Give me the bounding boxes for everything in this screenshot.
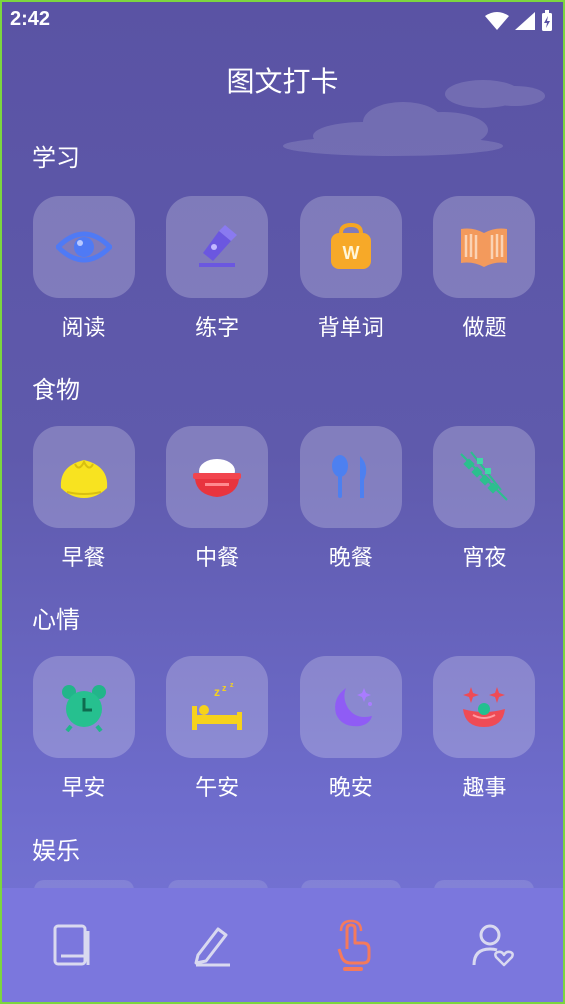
section-label: 食物 bbox=[32, 376, 80, 404]
tile-reading[interactable]: 阅读 bbox=[32, 196, 135, 342]
tile-label: 早安 bbox=[61, 776, 106, 801]
skewer-icon bbox=[460, 451, 509, 501]
tile-vocabulary[interactable]: W 背单词 bbox=[299, 196, 402, 342]
tile-calligraphy[interactable]: 练字 bbox=[166, 196, 269, 342]
tile-exercises[interactable]: 做题 bbox=[433, 196, 536, 342]
tile-label: 晚安 bbox=[328, 776, 373, 801]
section-title-food: 食物 bbox=[32, 370, 80, 408]
section-title-mood: 心情 bbox=[32, 600, 80, 638]
battery-icon bbox=[542, 10, 552, 31]
tile-label: 做题 bbox=[462, 316, 507, 341]
status-icons bbox=[485, 10, 553, 32]
tile-icon-box bbox=[433, 196, 536, 298]
tile-icon-box bbox=[433, 426, 536, 528]
status-time: 2:42 bbox=[10, 8, 51, 30]
tile-icon-box bbox=[299, 426, 402, 528]
section-label: 心情 bbox=[32, 606, 80, 634]
svg-text:z: z bbox=[230, 682, 234, 689]
moon-icon bbox=[334, 688, 372, 727]
rice-bowl-icon bbox=[193, 459, 242, 497]
svg-text:z: z bbox=[214, 685, 220, 699]
tap-hand-icon bbox=[337, 919, 371, 971]
book-icon bbox=[53, 924, 90, 966]
section-title-entertainment: 娱乐 bbox=[32, 831, 80, 869]
spoon-knife-icon bbox=[331, 455, 367, 498]
tile-icon-box bbox=[32, 656, 135, 758]
tile-label: 晚餐 bbox=[328, 546, 373, 571]
tile-fun-things[interactable]: 趣事 bbox=[433, 656, 536, 802]
tile-good-morning[interactable]: 早安 bbox=[32, 656, 135, 802]
section-label: 娱乐 bbox=[32, 837, 80, 865]
tile-midnight-snack[interactable]: 宵夜 bbox=[433, 426, 536, 572]
page-title: 图文打卡 bbox=[226, 65, 339, 98]
bottom-nav bbox=[2, 888, 563, 1002]
pen-nib-icon bbox=[199, 225, 238, 267]
tile-icon-box bbox=[166, 426, 269, 528]
tile-icon-box bbox=[433, 656, 536, 758]
tile-icon-box bbox=[166, 196, 269, 298]
tile-label: 趣事 bbox=[462, 776, 507, 801]
open-book-icon bbox=[461, 228, 508, 267]
tile-label: 宵夜 bbox=[462, 546, 507, 571]
svg-text:W: W bbox=[342, 243, 359, 263]
tile-label: 背单词 bbox=[317, 316, 384, 341]
tile-icon-box bbox=[32, 426, 135, 528]
tile-breakfast[interactable]: 早餐 bbox=[32, 426, 135, 572]
bed-sleep-icon: z z z bbox=[192, 682, 243, 730]
tile-dinner[interactable]: 晚餐 bbox=[299, 426, 402, 572]
nav-profile[interactable] bbox=[453, 905, 533, 985]
tile-label: 午安 bbox=[195, 776, 240, 801]
nav-checkin[interactable] bbox=[313, 905, 393, 985]
clown-face-icon bbox=[463, 687, 506, 727]
tile-label: 阅读 bbox=[61, 316, 106, 341]
signal-icon bbox=[515, 12, 535, 30]
study-grid: 阅读 练字 W 背单词 做题 bbox=[32, 196, 536, 342]
tile-icon-box bbox=[299, 656, 402, 758]
tile-icon-box: W bbox=[299, 196, 402, 298]
tile-label: 练字 bbox=[195, 316, 240, 341]
tile-good-afternoon[interactable]: z z z 午安 bbox=[166, 656, 269, 802]
bag-w-icon: W bbox=[330, 223, 371, 269]
tile-icon-box bbox=[32, 196, 135, 298]
tile-lunch[interactable]: 中餐 bbox=[166, 426, 269, 572]
tile-good-night[interactable]: 晚安 bbox=[299, 656, 402, 802]
tile-icon-box: z z z bbox=[166, 656, 269, 758]
alarm-clock-icon bbox=[61, 685, 106, 732]
eye-icon bbox=[55, 231, 112, 263]
nav-edit[interactable] bbox=[172, 905, 252, 985]
tile-label: 早餐 bbox=[61, 546, 106, 571]
bun-icon bbox=[60, 459, 107, 498]
user-heart-icon bbox=[472, 924, 514, 967]
section-label: 学习 bbox=[32, 144, 80, 172]
nav-book[interactable] bbox=[32, 905, 112, 985]
pencil-icon bbox=[194, 927, 231, 967]
mood-grid: 早安 z z z 午安 晚安 趣事 bbox=[32, 656, 536, 802]
wifi-icon bbox=[485, 12, 509, 30]
app-screen: 2:42 图文打卡 学习 阅读 练字 W 背单词 做题 食物 早餐 中餐 晚餐 … bbox=[0, 0, 565, 1004]
food-grid: 早餐 中餐 晚餐 宵夜 bbox=[32, 426, 536, 572]
svg-text:z: z bbox=[222, 683, 227, 693]
tile-label: 中餐 bbox=[195, 546, 240, 571]
section-title-study: 学习 bbox=[32, 138, 80, 176]
status-bar: 2:42 bbox=[2, 2, 563, 38]
